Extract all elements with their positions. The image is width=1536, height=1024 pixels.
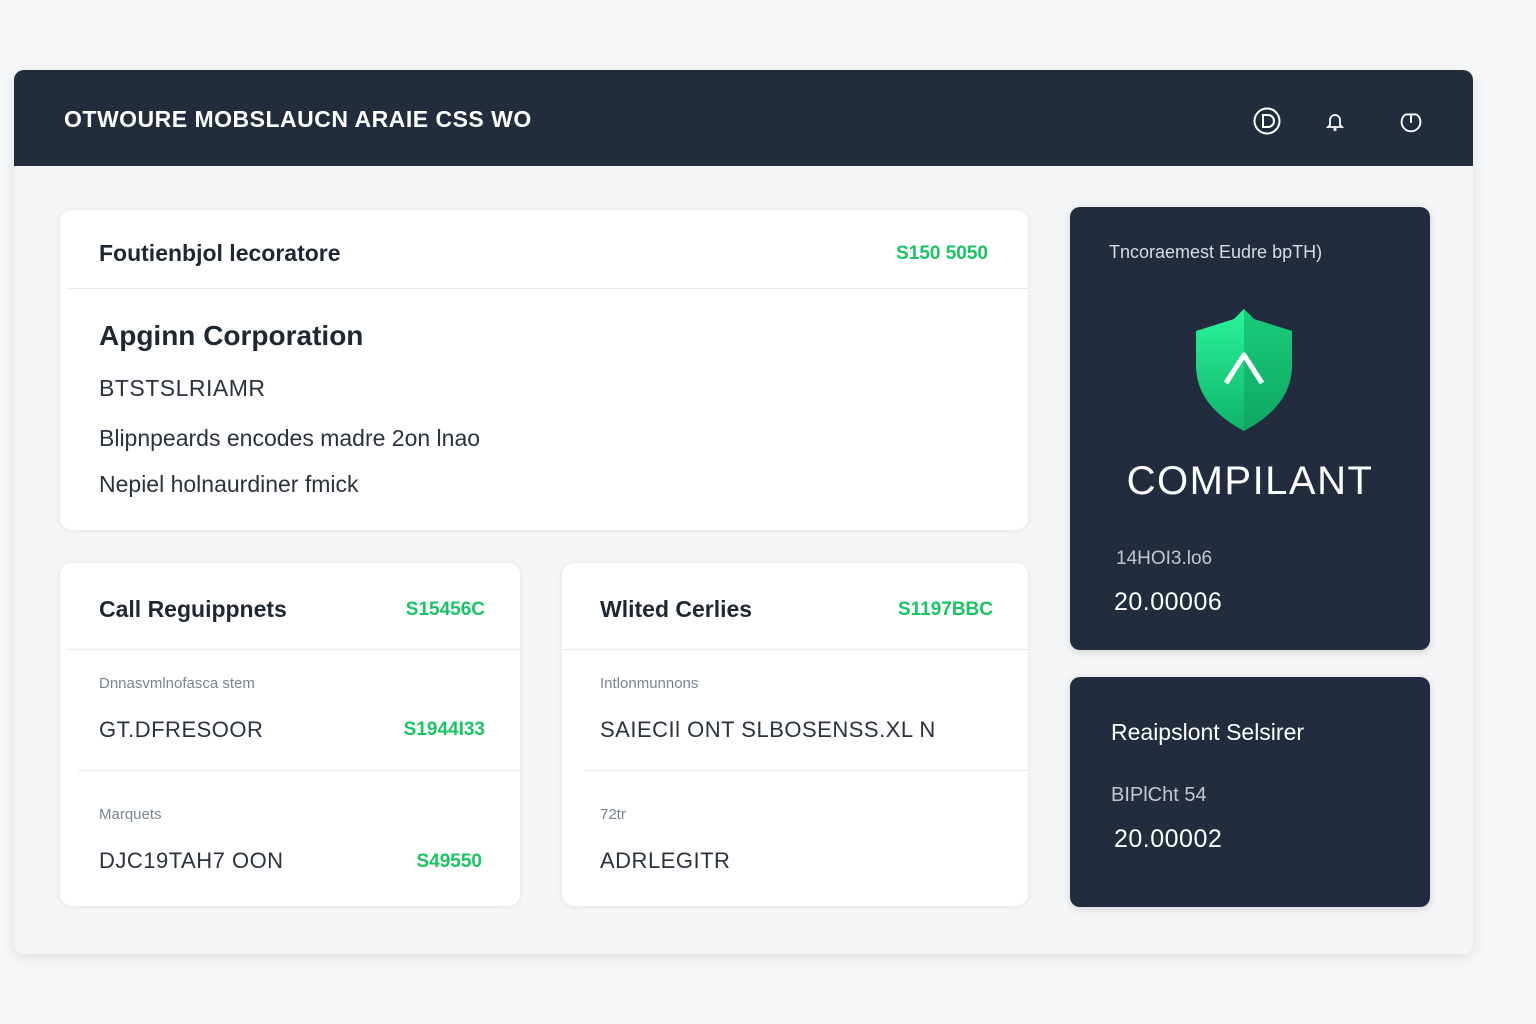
company-line-2: Nepiel holnaurdiner fmick <box>99 471 359 497</box>
company-name: Apginn Corporation <box>99 320 364 351</box>
company-line-1: Blipnpeards encodes madre 2on lnao <box>99 425 481 451</box>
compliance-status-card: Tncoraemest Eudre bpTH) COMPILANT 14HOI3… <box>1070 207 1430 650</box>
certificates-card: Wlited Cerlies S1197BBC Intlonmunnons SA… <box>562 563 1028 906</box>
certificates-card-amount: S1197BBC <box>897 599 993 620</box>
section-label: Dnnasvmlnofasca stem <box>99 675 255 692</box>
row-amount: S49550 <box>416 851 482 872</box>
divider <box>584 770 1028 771</box>
row-amount: S1944I33 <box>403 719 485 740</box>
section-label: Intlonmunnons <box>600 675 699 692</box>
divider <box>66 649 520 650</box>
app-title: OTWOURE MOBSLAUCN ARAIE CSS WO <box>64 106 532 132</box>
bell-icon[interactable] <box>1320 106 1350 136</box>
report-card-title: Reaipslont Selsirer <box>1111 719 1305 745</box>
compliance-status: COMPILANT <box>1126 459 1374 503</box>
company-code: BTSTSLRIAMR <box>99 375 266 401</box>
divider <box>66 288 1028 289</box>
status-sub-label: 14HOI3.lo6 <box>1116 548 1213 569</box>
user-circle-icon[interactable] <box>1252 106 1282 136</box>
report-value: 20.00002 <box>1114 825 1223 853</box>
section-label: 72tr <box>600 806 626 823</box>
status-card-label: Tncoraemest Eudre bpTH) <box>1109 242 1323 262</box>
company-card-amount: S150 5050 <box>896 243 988 264</box>
requirements-card-title: Call Reguippnets <box>99 596 287 622</box>
company-card: Foutienbjol lecoratore S150 5050 Apginn … <box>60 210 1028 530</box>
row-value: DJC19TAH7 OON <box>99 848 284 873</box>
row-value: GT.DFRESOOR <box>99 717 264 742</box>
report-sub-label: BIPlCht 54 <box>1111 784 1207 806</box>
app-window: OTWOURE MOBSLAUCN ARAIE CSS WO Foutienbj… <box>14 70 1473 954</box>
row-value: ADRLEGITR <box>600 848 731 873</box>
status-value: 20.00006 <box>1114 588 1223 616</box>
requirements-card-amount: S15456C <box>405 599 485 620</box>
divider <box>78 770 520 771</box>
divider <box>562 649 1028 650</box>
certificates-card-title: Wlited Cerlies <box>600 596 753 622</box>
power-icon[interactable] <box>1396 106 1426 136</box>
company-card-title: Foutienbjol lecoratore <box>99 240 341 266</box>
row-value: SAIECIl ONT SLBOSENSS.XL N <box>600 717 936 742</box>
section-label: Marquets <box>99 806 162 823</box>
app-header: OTWOURE MOBSLAUCN ARAIE CSS WO <box>14 70 1473 166</box>
shield-check-icon <box>1188 305 1300 435</box>
requirements-card: Call Reguippnets S15456C Dnnasvmlnofasca… <box>60 563 520 906</box>
report-card: Reaipslont Selsirer BIPlCht 54 20.00002 <box>1070 677 1430 907</box>
